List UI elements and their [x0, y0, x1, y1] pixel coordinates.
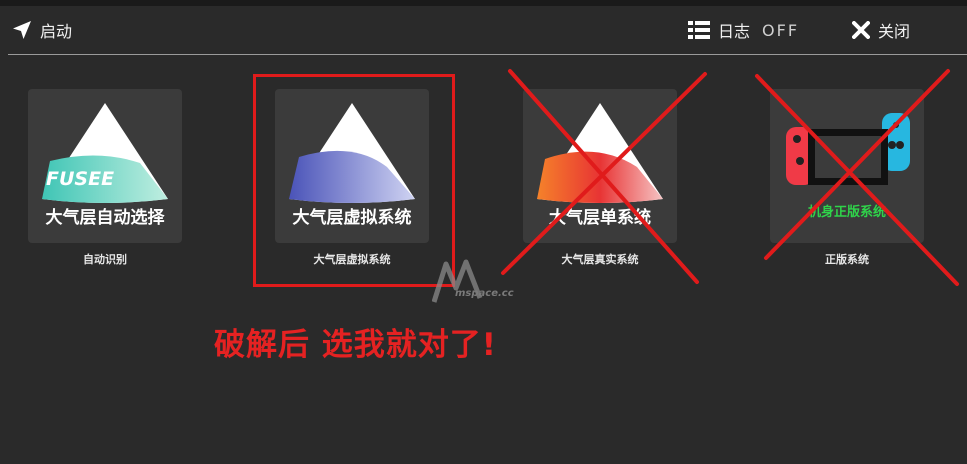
navigation-arrow-icon	[13, 21, 31, 39]
tile-caption: 自动识别	[83, 253, 127, 266]
tile-image-text: 大气层自动选择	[45, 208, 165, 228]
watermark-text: mspace.cc	[455, 288, 514, 299]
close-button[interactable]: 关闭	[852, 18, 910, 42]
log-label: 日志	[718, 22, 751, 41]
launch-label: 启动	[40, 22, 73, 41]
cross-out-mark	[755, 69, 959, 286]
close-icon	[852, 21, 870, 39]
launch-button[interactable]: 启动	[12, 18, 72, 42]
log-toggle-button[interactable]: 日志 OFF	[688, 18, 799, 42]
tile-auto-select[interactable]: FUSEE 大气层自动选择	[28, 89, 182, 243]
log-state: OFF	[762, 20, 800, 40]
promo-annotation: 破解后 选我就对了!	[214, 327, 497, 363]
list-icon	[688, 21, 710, 39]
close-label: 关闭	[878, 22, 911, 41]
fusee-badge: FUSEE	[46, 168, 115, 190]
header-divider	[8, 54, 967, 55]
cross-out-mark	[501, 69, 707, 284]
header-bar: 启动 日志 OFF 关闭	[0, 6, 967, 54]
recommended-highlight-frame	[253, 74, 455, 287]
